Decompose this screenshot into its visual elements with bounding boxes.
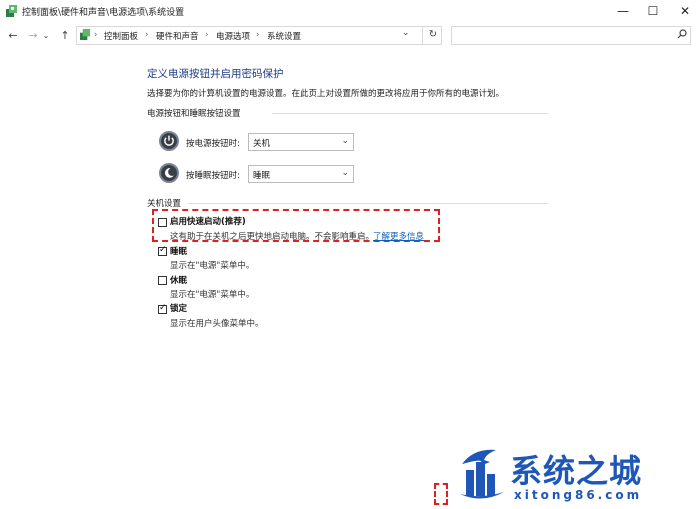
power-button-label: 按电源按钮时: — [186, 139, 240, 149]
breadcrumb-system-settings[interactable]: 系统设置 — [267, 30, 301, 42]
breadcrumb-separator: › — [94, 30, 98, 40]
up-button[interactable]: ↑ — [56, 27, 74, 45]
shutdown-section-title: 关机设置 — [147, 199, 182, 209]
watermark-url: xitong86.com — [514, 488, 643, 502]
window-title: 控制面板\硬件和声音\电源选项\系统设置 — [22, 8, 185, 18]
breadcrumb-power-options[interactable]: 电源选项 — [216, 30, 250, 42]
learn-more-link[interactable]: 了解更多信息 — [373, 230, 424, 242]
save-changes-button[interactable] — [434, 483, 448, 505]
power-button-action-select[interactable]: 关机 ⌄ — [248, 133, 354, 151]
recent-locations-button[interactable]: ⌄ — [40, 27, 52, 45]
lock-option-description: 显示在用户头像菜单中。 — [170, 319, 264, 329]
search-input[interactable] — [451, 26, 691, 45]
power-button-action-value: 关机 — [253, 139, 271, 149]
close-icon: ✕ — [679, 4, 691, 18]
address-dropdown-button[interactable]: ⌄ — [402, 28, 410, 38]
hibernate-option-title: 休眠 — [170, 276, 188, 286]
close-button[interactable]: ✕ — [672, 0, 698, 24]
page-description: 选择要为你的计算机设置的电源设置。在此页上对设置所做的更改将应用于你所有的电源计… — [147, 89, 505, 99]
back-button[interactable]: ← — [4, 27, 22, 45]
power-icon — [159, 131, 179, 151]
hibernate-option-description: 显示在"电源"菜单中。 — [170, 290, 255, 300]
forward-arrow-icon: → — [28, 29, 38, 42]
maximize-button[interactable]: ☐ — [640, 0, 666, 24]
breadcrumb-separator: › — [205, 30, 209, 40]
sleep-button-action-select[interactable]: 睡眠 ⌄ — [248, 165, 354, 183]
chevron-down-icon: ⌄ — [341, 168, 349, 178]
section-divider — [188, 203, 548, 204]
sleep-option-description: 显示在"电源"菜单中。 — [170, 261, 255, 271]
sleep-option-title: 睡眠 — [170, 247, 188, 257]
refresh-icon: ↻ — [428, 29, 438, 40]
fast-startup-checkbox[interactable] — [158, 218, 167, 227]
minimize-icon: — — [617, 4, 629, 18]
sleep-icon — [159, 163, 179, 183]
lock-option-title: 锁定 — [170, 304, 188, 314]
breadcrumb-hardware-sound[interactable]: 硬件和声音 — [156, 30, 199, 42]
refresh-button[interactable]: ↻ — [422, 26, 443, 45]
fast-startup-description: 这有助于在关机之后更快地启动电脑。不会影响重启。 — [170, 232, 375, 242]
control-panel-small-icon — [80, 29, 91, 43]
breadcrumb-separator: › — [145, 30, 149, 40]
power-button-section-title: 电源按钮和睡眠按钮设置 — [147, 109, 241, 119]
search-icon[interactable] — [677, 29, 687, 42]
section-divider — [272, 113, 548, 114]
sleep-checkbox[interactable]: ✓ — [158, 245, 167, 256]
chevron-down-icon: ⌄ — [402, 28, 410, 38]
checkmark-icon: ✓ — [159, 245, 167, 255]
lock-checkbox[interactable]: ✓ — [158, 303, 167, 314]
checkmark-icon: ✓ — [159, 303, 167, 313]
chevron-down-icon: ⌄ — [341, 136, 349, 146]
sleep-button-label: 按睡眠按钮时: — [186, 171, 240, 181]
sleep-button-action-value: 睡眠 — [253, 171, 271, 181]
back-arrow-icon: ← — [8, 29, 18, 42]
watermark-text: 系统之城 — [510, 452, 643, 490]
page-title: 定义电源按钮并启用密码保护 — [147, 68, 284, 80]
breadcrumb-control-panel[interactable]: 控制面板 — [104, 30, 138, 42]
watermark-logo — [456, 444, 508, 505]
fast-startup-title: 启用快速启动(推荐) — [170, 217, 246, 227]
up-arrow-icon: ↑ — [60, 29, 70, 42]
control-panel-icon — [6, 5, 18, 17]
breadcrumb-separator: › — [256, 30, 260, 40]
chevron-down-icon: ⌄ — [42, 31, 50, 40]
maximize-icon: ☐ — [647, 4, 659, 18]
minimize-button[interactable]: — — [610, 0, 636, 24]
hibernate-checkbox[interactable] — [158, 276, 167, 285]
